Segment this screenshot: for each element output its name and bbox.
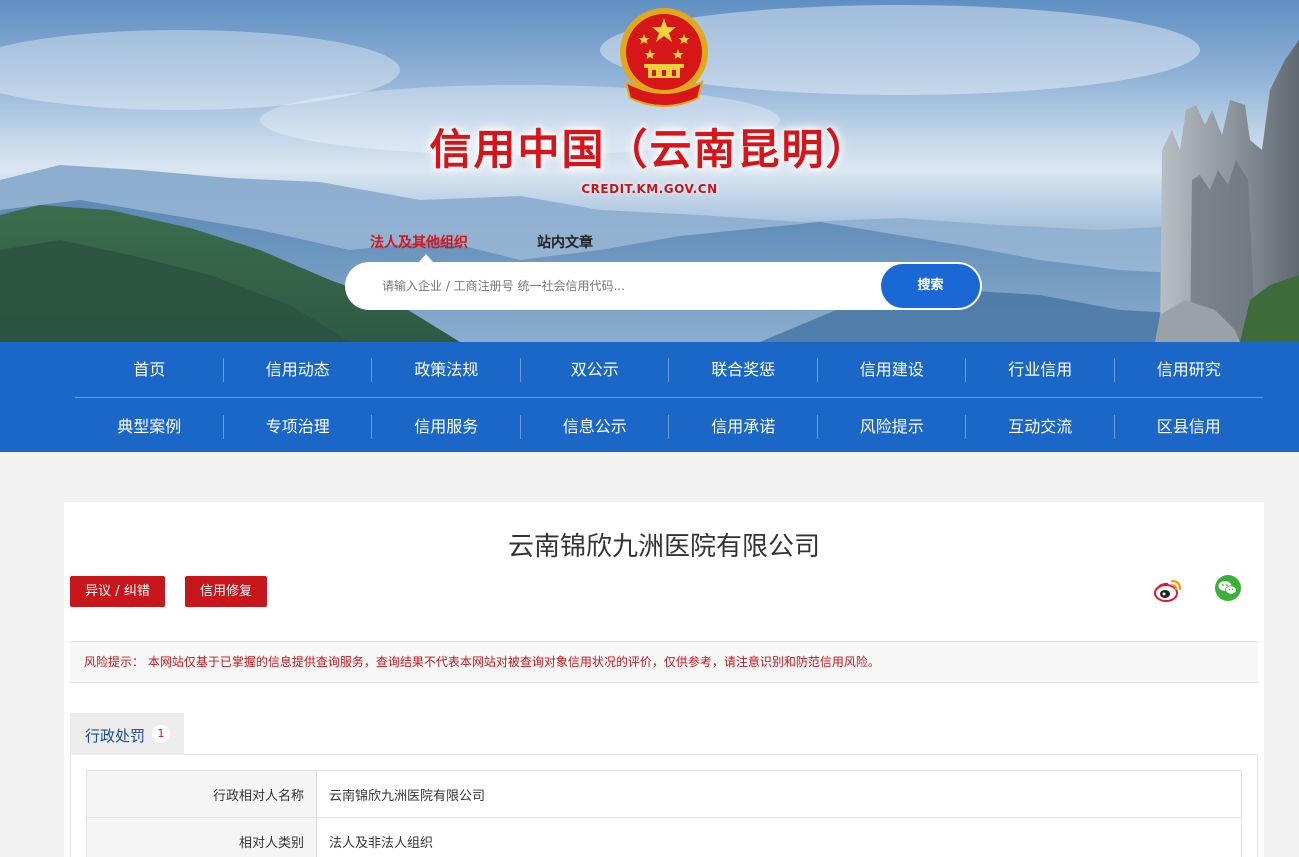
nav-item-policies[interactable]: 政策法规 bbox=[372, 342, 521, 397]
tab-count-badge: 1 bbox=[152, 725, 170, 743]
nav-item-risk-warning[interactable]: 风险提示 bbox=[818, 399, 967, 454]
company-name-title: 云南锦欣九洲医院有限公司 bbox=[507, 532, 820, 562]
header-banner: 信用中国（云南昆明） CREDIT.KM.GOV.CN 法人及其他组织 站内文章… bbox=[0, 0, 1299, 342]
main-nav: 首页 信用动态 政策法规 双公示 联合奖惩 信用建设 行业信用 信用研究 典型案… bbox=[0, 342, 1299, 452]
tab-site-articles[interactable]: 站内文章 bbox=[537, 232, 593, 252]
nav-item-special-governance[interactable]: 专项治理 bbox=[224, 399, 373, 454]
tab-administrative-penalty[interactable]: 行政处罚 1 bbox=[70, 713, 184, 755]
nav-item-credit-news[interactable]: 信用动态 bbox=[224, 342, 373, 397]
record-tabs: 行政处罚 1 bbox=[70, 713, 1258, 755]
nav-item-joint-rewards[interactable]: 联合奖惩 bbox=[669, 342, 818, 397]
company-detail-card: 云南锦欣九洲医院有限公司 异议 / 纠错 信用修复 风险提示： 本网站仅基于已掌… bbox=[64, 502, 1264, 857]
nav-item-typical-cases[interactable]: 典型案例 bbox=[75, 399, 224, 454]
nav-item-credit-commitment[interactable]: 信用承诺 bbox=[669, 399, 818, 454]
active-tab-pointer bbox=[419, 254, 433, 262]
nav-item-interaction[interactable]: 互动交流 bbox=[966, 399, 1115, 454]
risk-notice: 风险提示： 本网站仅基于已掌握的信息提供查询服务，查询结果不代表本网站对被查询对… bbox=[70, 641, 1258, 683]
nav-item-credit-building[interactable]: 信用建设 bbox=[818, 342, 967, 397]
penalty-detail-table: 行政相对人名称 云南锦欣九洲医院有限公司 相对人类别 法人及非法人组织 bbox=[86, 770, 1242, 857]
weibo-icon[interactable] bbox=[1153, 575, 1183, 603]
nav-row-1: 首页 信用动态 政策法规 双公示 联合奖惩 信用建设 行业信用 信用研究 bbox=[75, 342, 1263, 397]
row-value: 法人及非法人组织 bbox=[316, 817, 1242, 857]
table-row: 相对人类别 法人及非法人组织 bbox=[86, 817, 1242, 857]
credit-repair-button[interactable]: 信用修复 bbox=[185, 576, 267, 607]
nav-item-county-credit[interactable]: 区县信用 bbox=[1115, 399, 1264, 454]
nav-row-2: 典型案例 专项治理 信用服务 信息公示 信用承诺 风险提示 互动交流 区县信用 bbox=[75, 399, 1263, 454]
tab-organizations[interactable]: 法人及其他组织 bbox=[370, 232, 468, 252]
nav-divider bbox=[75, 397, 1263, 398]
nav-item-home[interactable]: 首页 bbox=[75, 342, 224, 397]
row-label: 行政相对人名称 bbox=[86, 770, 317, 818]
row-label: 相对人类别 bbox=[86, 817, 317, 857]
wechat-icon[interactable] bbox=[1214, 574, 1242, 602]
site-domain: CREDIT.KM.GOV.CN bbox=[581, 182, 718, 196]
nav-item-credit-research[interactable]: 信用研究 bbox=[1115, 342, 1264, 397]
table-row: 行政相对人名称 云南锦欣九洲医院有限公司 bbox=[86, 770, 1242, 818]
site-title: 信用中国（云南昆明） bbox=[429, 125, 870, 174]
nav-item-double-publicity[interactable]: 双公示 bbox=[521, 342, 670, 397]
objection-button[interactable]: 异议 / 纠错 bbox=[70, 576, 165, 607]
nav-item-credit-services[interactable]: 信用服务 bbox=[372, 399, 521, 454]
national-emblem-icon bbox=[620, 8, 708, 107]
tab-label: 行政处罚 bbox=[85, 727, 146, 745]
nav-item-info-publicity[interactable]: 信息公示 bbox=[521, 399, 670, 454]
nav-item-industry-credit[interactable]: 行业信用 bbox=[966, 342, 1115, 397]
search-button[interactable]: 搜索 bbox=[881, 264, 980, 308]
search-input[interactable] bbox=[382, 274, 862, 298]
row-value: 云南锦欣九洲医院有限公司 bbox=[316, 770, 1242, 818]
